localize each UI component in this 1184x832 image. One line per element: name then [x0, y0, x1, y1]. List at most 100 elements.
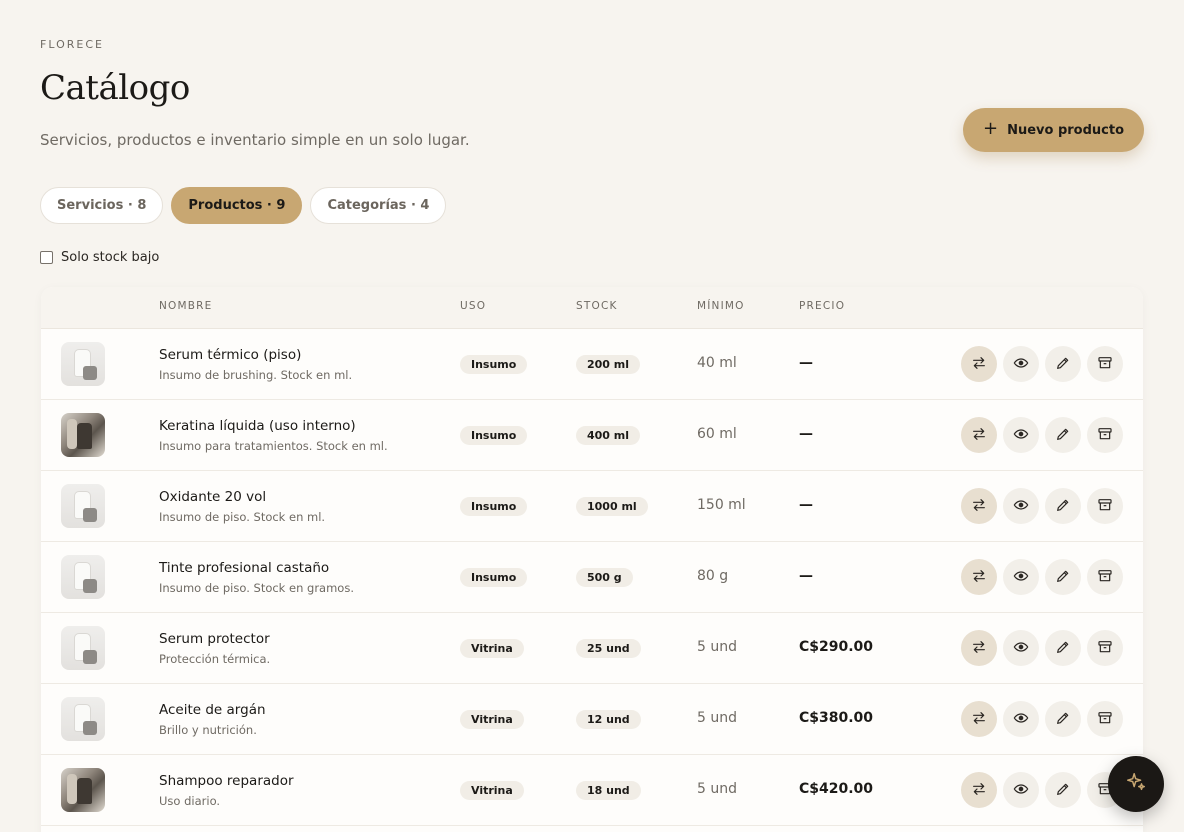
eye-icon [1013, 497, 1029, 516]
new-product-label: Nuevo producto [1007, 122, 1125, 138]
uso-badge: Insumo [460, 426, 528, 445]
transfer-icon [971, 355, 987, 374]
transfer-stock-button[interactable] [961, 630, 997, 666]
table-row: Shampoo reparador Uso diario. Vitrina 18… [41, 755, 1143, 826]
transfer-stock-button[interactable] [961, 701, 997, 737]
edit-button[interactable] [1045, 630, 1081, 666]
transfer-stock-button[interactable] [961, 346, 997, 382]
product-thumbnail [61, 768, 105, 812]
new-product-button[interactable]: + Nuevo producto [963, 108, 1144, 152]
price: — [799, 497, 813, 513]
transfer-stock-button[interactable] [961, 488, 997, 524]
transfer-stock-button[interactable] [961, 772, 997, 808]
stock-badge: 1000 ml [576, 497, 648, 516]
pencil-icon [1055, 781, 1071, 800]
view-button[interactable] [1003, 630, 1039, 666]
archive-icon [1097, 639, 1113, 658]
column-header-precio: PRECIO [799, 300, 846, 312]
archive-button[interactable] [1087, 346, 1123, 382]
uso-badge: Vitrina [460, 710, 524, 729]
row-actions [961, 772, 1123, 808]
transfer-icon [971, 568, 987, 587]
uso-badge: Vitrina [460, 781, 524, 800]
minimum-stock: 80 g [697, 568, 729, 584]
eye-icon [1013, 639, 1029, 658]
product-name: Shampoo reparador [159, 773, 294, 789]
pencil-icon [1055, 426, 1071, 445]
edit-button[interactable] [1045, 559, 1081, 595]
product-description: Insumo para tratamientos. Stock en ml. [159, 439, 388, 453]
view-button[interactable] [1003, 417, 1039, 453]
product-name: Oxidante 20 vol [159, 489, 267, 505]
view-button[interactable] [1003, 346, 1039, 382]
uso-badge: Insumo [460, 568, 528, 587]
archive-icon [1097, 355, 1113, 374]
edit-button[interactable] [1045, 346, 1081, 382]
plus-icon: + [982, 118, 999, 139]
minimum-stock: 5 und [697, 710, 737, 726]
stock-badge: 12 und [576, 710, 641, 729]
transfer-icon [971, 639, 987, 658]
view-button[interactable] [1003, 701, 1039, 737]
product-description: Insumo de piso. Stock en gramos. [159, 581, 354, 595]
archive-icon [1097, 710, 1113, 729]
low-stock-filter[interactable]: Solo stock bajo [40, 250, 159, 265]
product-description: Protección térmica. [159, 652, 271, 666]
low-stock-checkbox[interactable] [40, 251, 53, 264]
minimum-stock: 40 ml [697, 355, 737, 371]
eye-icon [1013, 781, 1029, 800]
product-thumbnail [61, 626, 105, 670]
minimum-stock: 5 und [697, 639, 737, 655]
transfer-stock-button[interactable] [961, 417, 997, 453]
archive-icon [1097, 426, 1113, 445]
product-name: Aceite de argán [159, 702, 266, 718]
price: — [799, 568, 813, 584]
product-name: Serum térmico (piso) [159, 347, 302, 363]
transfer-stock-button[interactable] [961, 559, 997, 595]
archive-button[interactable] [1087, 630, 1123, 666]
archive-icon [1097, 497, 1113, 516]
column-header-stock: STOCK [576, 300, 618, 312]
page-title: Catálogo [40, 68, 190, 108]
stock-badge: 25 und [576, 639, 641, 658]
price: — [799, 426, 813, 442]
table-row: Serum térmico (piso) Insumo de brushing.… [41, 329, 1143, 400]
tab-servicios[interactable]: Servicios · 8 [40, 187, 164, 224]
product-name: Tinte profesional castaño [159, 560, 330, 576]
row-actions [961, 346, 1123, 382]
product-description: Insumo de piso. Stock en ml. [159, 510, 326, 524]
view-button[interactable] [1003, 488, 1039, 524]
assistant-fab[interactable] [1108, 756, 1164, 812]
edit-button[interactable] [1045, 701, 1081, 737]
pencil-icon [1055, 355, 1071, 374]
product-thumbnail [61, 413, 105, 457]
eye-icon [1013, 426, 1029, 445]
product-thumbnail [61, 697, 105, 741]
brand-label: FLORECE [40, 38, 104, 51]
row-actions [961, 701, 1123, 737]
view-button[interactable] [1003, 559, 1039, 595]
archive-icon [1097, 568, 1113, 587]
edit-button[interactable] [1045, 417, 1081, 453]
tab-categorias[interactable]: Categorías · 4 [310, 187, 447, 224]
tab-productos[interactable]: Productos · 9 [171, 187, 303, 224]
row-actions [961, 559, 1123, 595]
edit-button[interactable] [1045, 488, 1081, 524]
product-description: Brillo y nutrición. [159, 723, 257, 737]
price: — [799, 355, 813, 371]
column-header-minimo: MÍNIMO [697, 300, 745, 312]
edit-button[interactable] [1045, 772, 1081, 808]
archive-button[interactable] [1087, 488, 1123, 524]
archive-button[interactable] [1087, 559, 1123, 595]
transfer-icon [971, 710, 987, 729]
price: C$380.00 [799, 710, 874, 726]
archive-button[interactable] [1087, 417, 1123, 453]
pencil-icon [1055, 497, 1071, 516]
transfer-icon [971, 781, 987, 800]
eye-icon [1013, 710, 1029, 729]
table-row: Aceite de argán Brillo y nutrición. Vitr… [41, 684, 1143, 755]
price: C$420.00 [799, 781, 874, 797]
view-button[interactable] [1003, 772, 1039, 808]
archive-button[interactable] [1087, 701, 1123, 737]
uso-badge: Vitrina [460, 639, 524, 658]
